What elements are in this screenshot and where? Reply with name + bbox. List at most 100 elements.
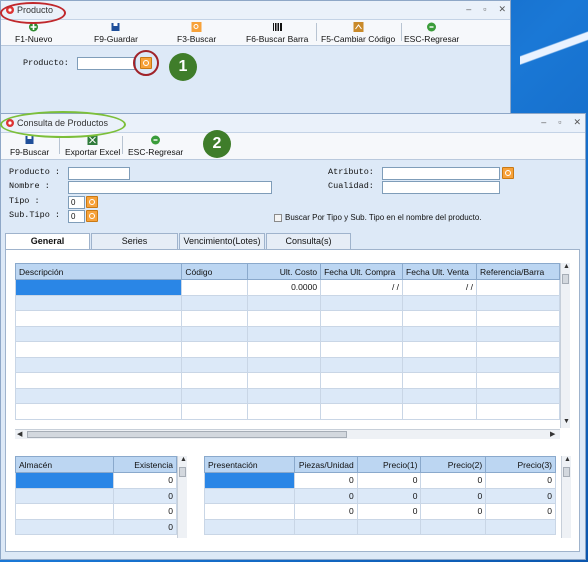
table-row[interactable]	[14, 341, 560, 358]
cualidad-label: Cualidad:	[328, 181, 374, 191]
col-existencia[interactable]: Existencia	[113, 456, 177, 473]
table-row[interactable]: 0000	[204, 503, 556, 520]
cualidad-input[interactable]	[382, 181, 500, 194]
tab-consultas[interactable]: Consulta(s)	[266, 233, 351, 249]
grid-cell[interactable]: / /	[402, 279, 478, 296]
back-button[interactable]: ESC-Regresar	[128, 135, 183, 157]
stock-vertical-scrollbar[interactable]: ▲	[177, 456, 187, 538]
scroll-up-icon[interactable]: ▲	[180, 456, 187, 463]
products-horizontal-scrollbar[interactable]: ◀ ▶	[15, 429, 560, 439]
col-piezas-unidad[interactable]: Piezas/Unidad	[293, 456, 358, 473]
close-icon[interactable]: ✕	[498, 4, 506, 15]
table-row[interactable]: 0	[14, 503, 177, 520]
close-icon[interactable]: ✕	[573, 117, 581, 128]
tab-series[interactable]: Series	[91, 233, 178, 249]
change-code-icon	[353, 22, 364, 32]
table-row[interactable]	[14, 356, 560, 373]
scroll-up-icon[interactable]: ▲	[564, 456, 571, 463]
table-row[interactable]: 0	[14, 487, 177, 504]
table-row[interactable]	[14, 372, 560, 389]
products-vertical-scrollbar[interactable]: ▲ ▼	[560, 263, 570, 428]
subtipo-search-icon[interactable]	[86, 210, 98, 222]
col-presentacion[interactable]: Presentación	[204, 456, 295, 473]
export-excel-button[interactable]: Exportar Excel	[65, 135, 120, 157]
producto-input[interactable]	[68, 167, 130, 180]
maximize-icon[interactable]: ▫	[483, 4, 486, 15]
col-referencia-barra[interactable]: Referencia/Barra	[476, 263, 560, 280]
tipo-search-icon[interactable]	[86, 196, 98, 208]
tipo-input[interactable]: 0	[68, 196, 85, 209]
toolbar: F9-Buscar Exportar Excel ESC-Regresar	[1, 133, 585, 160]
atributo-label: Atributo:	[328, 167, 374, 177]
prices-grid[interactable]: Presentación Piezas/Unidad Precio(1) Pre…	[204, 456, 556, 535]
grid-cell[interactable]	[181, 279, 249, 296]
search-by-type-checkbox[interactable]	[274, 214, 282, 222]
table-row[interactable]: 0	[14, 472, 177, 489]
grid-cell[interactable]: 0.0000	[247, 279, 322, 296]
table-row[interactable]: 0000	[204, 472, 556, 489]
grid-cell[interactable]	[14, 279, 183, 296]
scroll-left-icon[interactable]: ◀	[17, 430, 22, 438]
table-row[interactable]	[14, 310, 560, 327]
scroll-up-icon[interactable]: ▲	[563, 263, 570, 270]
back-icon	[151, 135, 161, 145]
new-button[interactable]: F1-Nuevo	[15, 22, 52, 44]
table-row[interactable]	[14, 403, 560, 420]
tipo-label: Tipo :	[9, 196, 40, 206]
nombre-label: Nombre :	[9, 181, 50, 191]
table-row[interactable]	[14, 294, 560, 311]
subtipo-input[interactable]: 0	[68, 210, 85, 223]
search-icon	[191, 22, 202, 32]
col-precio-3[interactable]: Precio(3)	[485, 456, 556, 473]
barcode-search-button[interactable]: F6-Buscar Barra	[246, 22, 308, 44]
grid-cell[interactable]	[476, 279, 560, 296]
change-code-button[interactable]: F5-Cambiar Código	[321, 22, 395, 44]
producto-window: Producto – ▫ ✕ F1-Nuevo F9-Guardar F3-Busc…	[0, 0, 511, 118]
checkbox-label: Buscar Por Tipo y Sub. Tipo en el nombre…	[285, 213, 482, 222]
product-code-input[interactable]	[77, 57, 136, 70]
save-button[interactable]: F9-Guardar	[94, 22, 138, 44]
scroll-down-icon[interactable]: ▼	[563, 418, 570, 425]
annotation-circle-title	[0, 2, 66, 24]
search-button[interactable]: F9-Buscar	[10, 135, 49, 157]
nombre-input[interactable]	[68, 181, 272, 194]
atributo-input[interactable]	[382, 167, 500, 180]
maximize-icon[interactable]: ▫	[558, 117, 561, 128]
tab-general[interactable]: General	[5, 233, 90, 250]
minimize-icon[interactable]: –	[466, 4, 471, 15]
annotation-circle-title	[0, 111, 126, 138]
search-button[interactable]: F3-Buscar	[177, 22, 216, 44]
col-codigo[interactable]: Código	[181, 263, 249, 280]
prices-vertical-scrollbar[interactable]: ▲	[561, 456, 571, 538]
minimize-icon[interactable]: –	[541, 117, 546, 128]
title-bar[interactable]: Producto – ▫ ✕	[1, 1, 510, 20]
table-row[interactable]: 0.0000 / / / /	[14, 279, 560, 296]
save-icon	[111, 23, 120, 31]
step-badge-1: 1	[169, 53, 197, 81]
col-fecha-ult-compra[interactable]: Fecha Ult. Compra	[320, 263, 404, 280]
table-row[interactable]	[204, 518, 556, 535]
atributo-search-icon[interactable]	[502, 167, 514, 179]
table-row[interactable]	[14, 325, 560, 342]
col-descripcion[interactable]: Descripción	[14, 263, 183, 280]
col-fecha-ult-venta[interactable]: Fecha Ult. Venta	[402, 263, 478, 280]
tab-vencimiento[interactable]: Vencimiento(Lotes)	[179, 233, 265, 249]
col-precio-2[interactable]: Precio(2)	[420, 456, 487, 473]
stock-grid[interactable]: Almacén Existencia 0 0 0 0	[14, 456, 177, 535]
col-ult-costo[interactable]: Ult. Costo	[247, 263, 322, 280]
general-tab-panel: Descripción Código Ult. Costo Fecha Ult.…	[5, 249, 580, 552]
col-precio-1[interactable]: Precio(1)	[356, 456, 422, 473]
table-row[interactable]: 0	[14, 518, 177, 535]
annotation-circle-search	[133, 50, 159, 76]
subtipo-label: Sub.Tipo :	[9, 210, 61, 220]
back-button[interactable]: ESC-Regresar	[404, 22, 459, 44]
table-row[interactable]: 0000	[204, 487, 556, 504]
grid-cell[interactable]: / /	[320, 279, 404, 296]
products-grid[interactable]: Descripción Código Ult. Costo Fecha Ult.…	[14, 263, 560, 420]
scroll-thumb[interactable]	[27, 431, 347, 438]
toolbar: F1-Nuevo F9-Guardar F3-Buscar F6-Buscar …	[1, 20, 510, 46]
col-almacen[interactable]: Almacén	[14, 456, 115, 473]
table-row[interactable]	[14, 387, 560, 404]
scroll-right-icon[interactable]: ▶	[550, 430, 555, 438]
producto-label: Producto :	[9, 167, 61, 177]
